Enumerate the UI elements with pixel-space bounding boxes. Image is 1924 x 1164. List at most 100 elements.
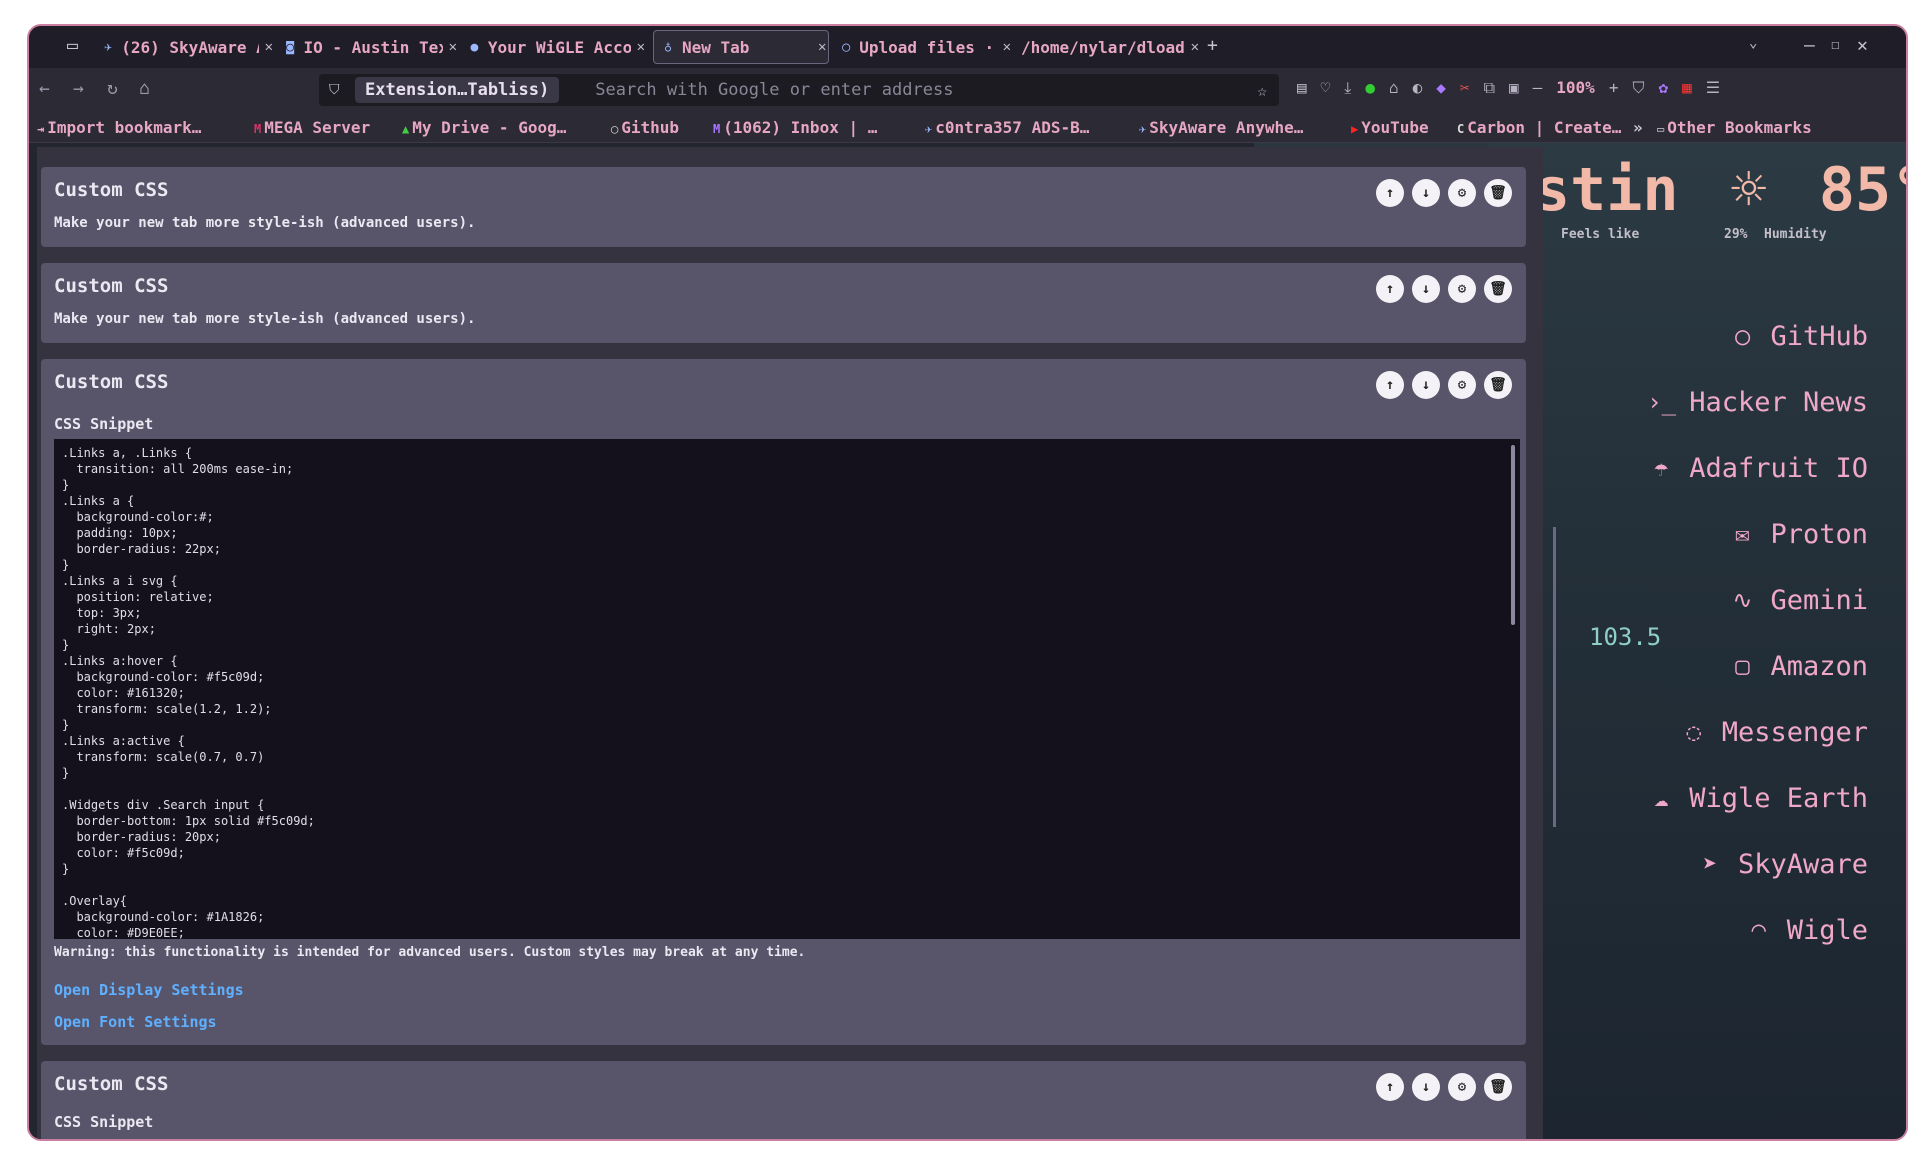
humidity-value: 29% [1724, 227, 1748, 242]
link-gemini[interactable]: ∿ Gemini [1647, 567, 1868, 633]
extension-purple-icon[interactable]: ◆ [1436, 78, 1446, 98]
card-description: Make your new tab more style-ish (advanc… [54, 215, 476, 231]
bookmarks-overflow-icon[interactable]: » [1633, 118, 1643, 137]
delete-trash-icon[interactable]: 🗑 [1484, 1073, 1512, 1101]
tab-list-chevron-icon[interactable]: ⌄ [1749, 35, 1757, 51]
open-display-settings-link[interactable]: Open Display Settings [54, 981, 244, 999]
shield-icon[interactable]: ⛉ [329, 82, 340, 98]
close-icon[interactable]: ✕ [818, 39, 826, 55]
bookmark-other[interactable]: ▭ Other Bookmarks [1657, 118, 1812, 137]
bookmark-label: MEGA Server [264, 118, 371, 137]
pocket-icon[interactable]: ♡ [1321, 78, 1331, 98]
minimize-icon[interactable]: – [1804, 35, 1815, 56]
link-proton[interactable]: ✉ Proton [1647, 501, 1868, 567]
widget-card-custom-css: Custom CSS ↑ ↓ ⚙ 🗑 CSS Snippet [41, 1061, 1526, 1139]
tab-new-tab[interactable]: ♁ New Tab ✕ [653, 30, 829, 64]
delete-trash-icon[interactable]: 🗑 [1484, 371, 1512, 399]
star-icon[interactable]: ☆ [1257, 81, 1267, 100]
bitwarden-icon[interactable]: ▣ [1509, 78, 1519, 98]
css-snippet-editor[interactable]: .Links a, .Links { transition: all 200ms… [54, 439, 1520, 939]
bookmark-carbon[interactable]: C Carbon | Create… [1457, 118, 1621, 137]
reload-icon[interactable]: ↻ [107, 78, 118, 99]
github-icon: ◯ [1735, 322, 1750, 350]
settings-gear-icon[interactable]: ⚙ [1448, 275, 1476, 303]
home-icon[interactable]: ⌂ [139, 78, 150, 99]
delete-trash-icon[interactable]: 🗑 [1484, 179, 1512, 207]
back-icon[interactable]: ← [39, 78, 50, 99]
widget-card-custom-css: Custom CSS Make your new tab more style-… [41, 167, 1526, 247]
move-up-icon[interactable]: ↑ [1376, 179, 1404, 207]
link-adafruit-io[interactable]: ☂ Adafruit IO [1647, 435, 1868, 501]
link-skyaware[interactable]: ➤ SkyAware [1647, 831, 1868, 897]
card-title: Custom CSS [54, 179, 169, 201]
ublock-icon[interactable]: ⛉ [1632, 78, 1644, 98]
extension-green-icon[interactable]: ● [1365, 78, 1375, 98]
link-wigle[interactable]: ◠ Wigle [1647, 897, 1868, 963]
close-icon[interactable]: ✕ [1003, 39, 1011, 55]
close-icon[interactable]: ✕ [449, 39, 457, 55]
move-up-icon[interactable]: ↑ [1376, 371, 1404, 399]
bookmark-drive[interactable]: ▲ My Drive - Goog… [402, 118, 566, 137]
move-down-icon[interactable]: ↓ [1412, 179, 1440, 207]
reader-icon[interactable]: ▤ [1297, 78, 1307, 98]
link-label: Proton [1770, 518, 1868, 550]
move-up-icon[interactable]: ↑ [1376, 275, 1404, 303]
new-tab-plus-icon[interactable]: + [1207, 35, 1218, 56]
shopping-bag-icon: ▢ [1735, 652, 1750, 680]
settings-gear-icon[interactable]: ⚙ [1448, 179, 1476, 207]
move-down-icon[interactable]: ↓ [1412, 275, 1440, 303]
bookmark-inbox[interactable]: M (1062) Inbox | … [713, 118, 877, 137]
copy-icon[interactable]: ⧉ [1484, 78, 1495, 98]
menu-icon[interactable]: ☰ [1706, 78, 1720, 98]
tab-overview-icon[interactable]: ▭ [67, 35, 78, 56]
tab-io[interactable]: ◙ IO - Austin Texa ✕ [283, 30, 457, 64]
link-amazon[interactable]: ▢ Amazon [1647, 633, 1868, 699]
link-label: SkyAware [1737, 848, 1868, 880]
tab-file-browser[interactable]: /home/nylar/dloads ✕ [1021, 30, 1199, 64]
search-input[interactable]: Search with Google or enter address [595, 80, 953, 100]
scissors-icon[interactable]: ✂ [1460, 78, 1470, 98]
move-up-icon[interactable]: ↑ [1376, 1073, 1404, 1101]
extension-dark-icon[interactable]: ◐ [1413, 78, 1423, 98]
tab-skyaware[interactable]: ✈ (26) SkyAware Ar ✕ [101, 30, 273, 64]
delete-trash-icon[interactable]: 🗑 [1484, 275, 1512, 303]
zoom-in-icon[interactable]: + [1609, 78, 1619, 98]
link-messenger[interactable]: ◌ Messenger [1647, 699, 1868, 765]
editor-scrollbar[interactable] [1511, 445, 1515, 625]
maximize-icon[interactable]: ☐ [1831, 37, 1839, 53]
move-down-icon[interactable]: ↓ [1412, 371, 1440, 399]
download-icon[interactable]: ⤓ [1344, 78, 1351, 98]
settings-gear-icon[interactable]: ⚙ [1448, 371, 1476, 399]
panel-scrollbar[interactable] [1553, 527, 1556, 827]
zoom-level[interactable]: 100% [1556, 78, 1595, 98]
bookmark-import[interactable]: ⇥ Import bookmark… [37, 118, 201, 137]
bookmark-github[interactable]: ◯ Github [611, 118, 679, 137]
tab-upload-files[interactable]: ◯ Upload files · r ✕ [839, 30, 1011, 64]
bookmark-adsb[interactable]: ✈ c0ntra357 ADS-B… [925, 118, 1089, 137]
forward-icon[interactable]: → [73, 78, 84, 99]
extension-violet-icon[interactable]: ✿ [1658, 78, 1668, 98]
link-wigle-earth[interactable]: ☁ Wigle Earth [1647, 765, 1868, 831]
url-bar[interactable]: ⛉ Extension…Tabliss) Search with Google … [319, 74, 1279, 106]
open-font-settings-link[interactable]: Open Font Settings [54, 1013, 217, 1031]
link-github[interactable]: ◯ GitHub [1647, 303, 1868, 369]
humidity-label: Humidity [1764, 227, 1827, 242]
link-hacker-news[interactable]: ›_ Hacker News [1647, 369, 1868, 435]
bookmark-skyaware[interactable]: ✈ SkyAware Anywhe… [1139, 118, 1303, 137]
link-label: Wigle [1786, 914, 1868, 946]
tab-strip: ▭ ✈ (26) SkyAware Ar ✕ ◙ IO - Austin Tex… [29, 26, 1906, 68]
temperature: 85° [1818, 155, 1906, 225]
window-close-icon[interactable]: ✕ [1857, 35, 1868, 56]
bookmark-mega[interactable]: M MEGA Server [254, 118, 370, 137]
move-down-icon[interactable]: ↓ [1412, 1073, 1440, 1101]
zoom-out-icon[interactable]: – [1533, 78, 1543, 98]
close-icon[interactable]: ✕ [637, 39, 645, 55]
close-icon[interactable]: ✕ [1191, 39, 1199, 55]
tab-wigle[interactable]: ● Your WiGLE Accou ✕ [467, 30, 645, 64]
carbon-icon: C [1457, 122, 1465, 136]
extension-off-icon[interactable]: ▦ [1682, 78, 1692, 98]
puzzle-icon[interactable]: ⌂ [1389, 78, 1399, 98]
settings-gear-icon[interactable]: ⚙ [1448, 1073, 1476, 1101]
bookmark-youtube[interactable]: ▶ YouTube [1351, 118, 1429, 137]
close-icon[interactable]: ✕ [265, 39, 273, 55]
